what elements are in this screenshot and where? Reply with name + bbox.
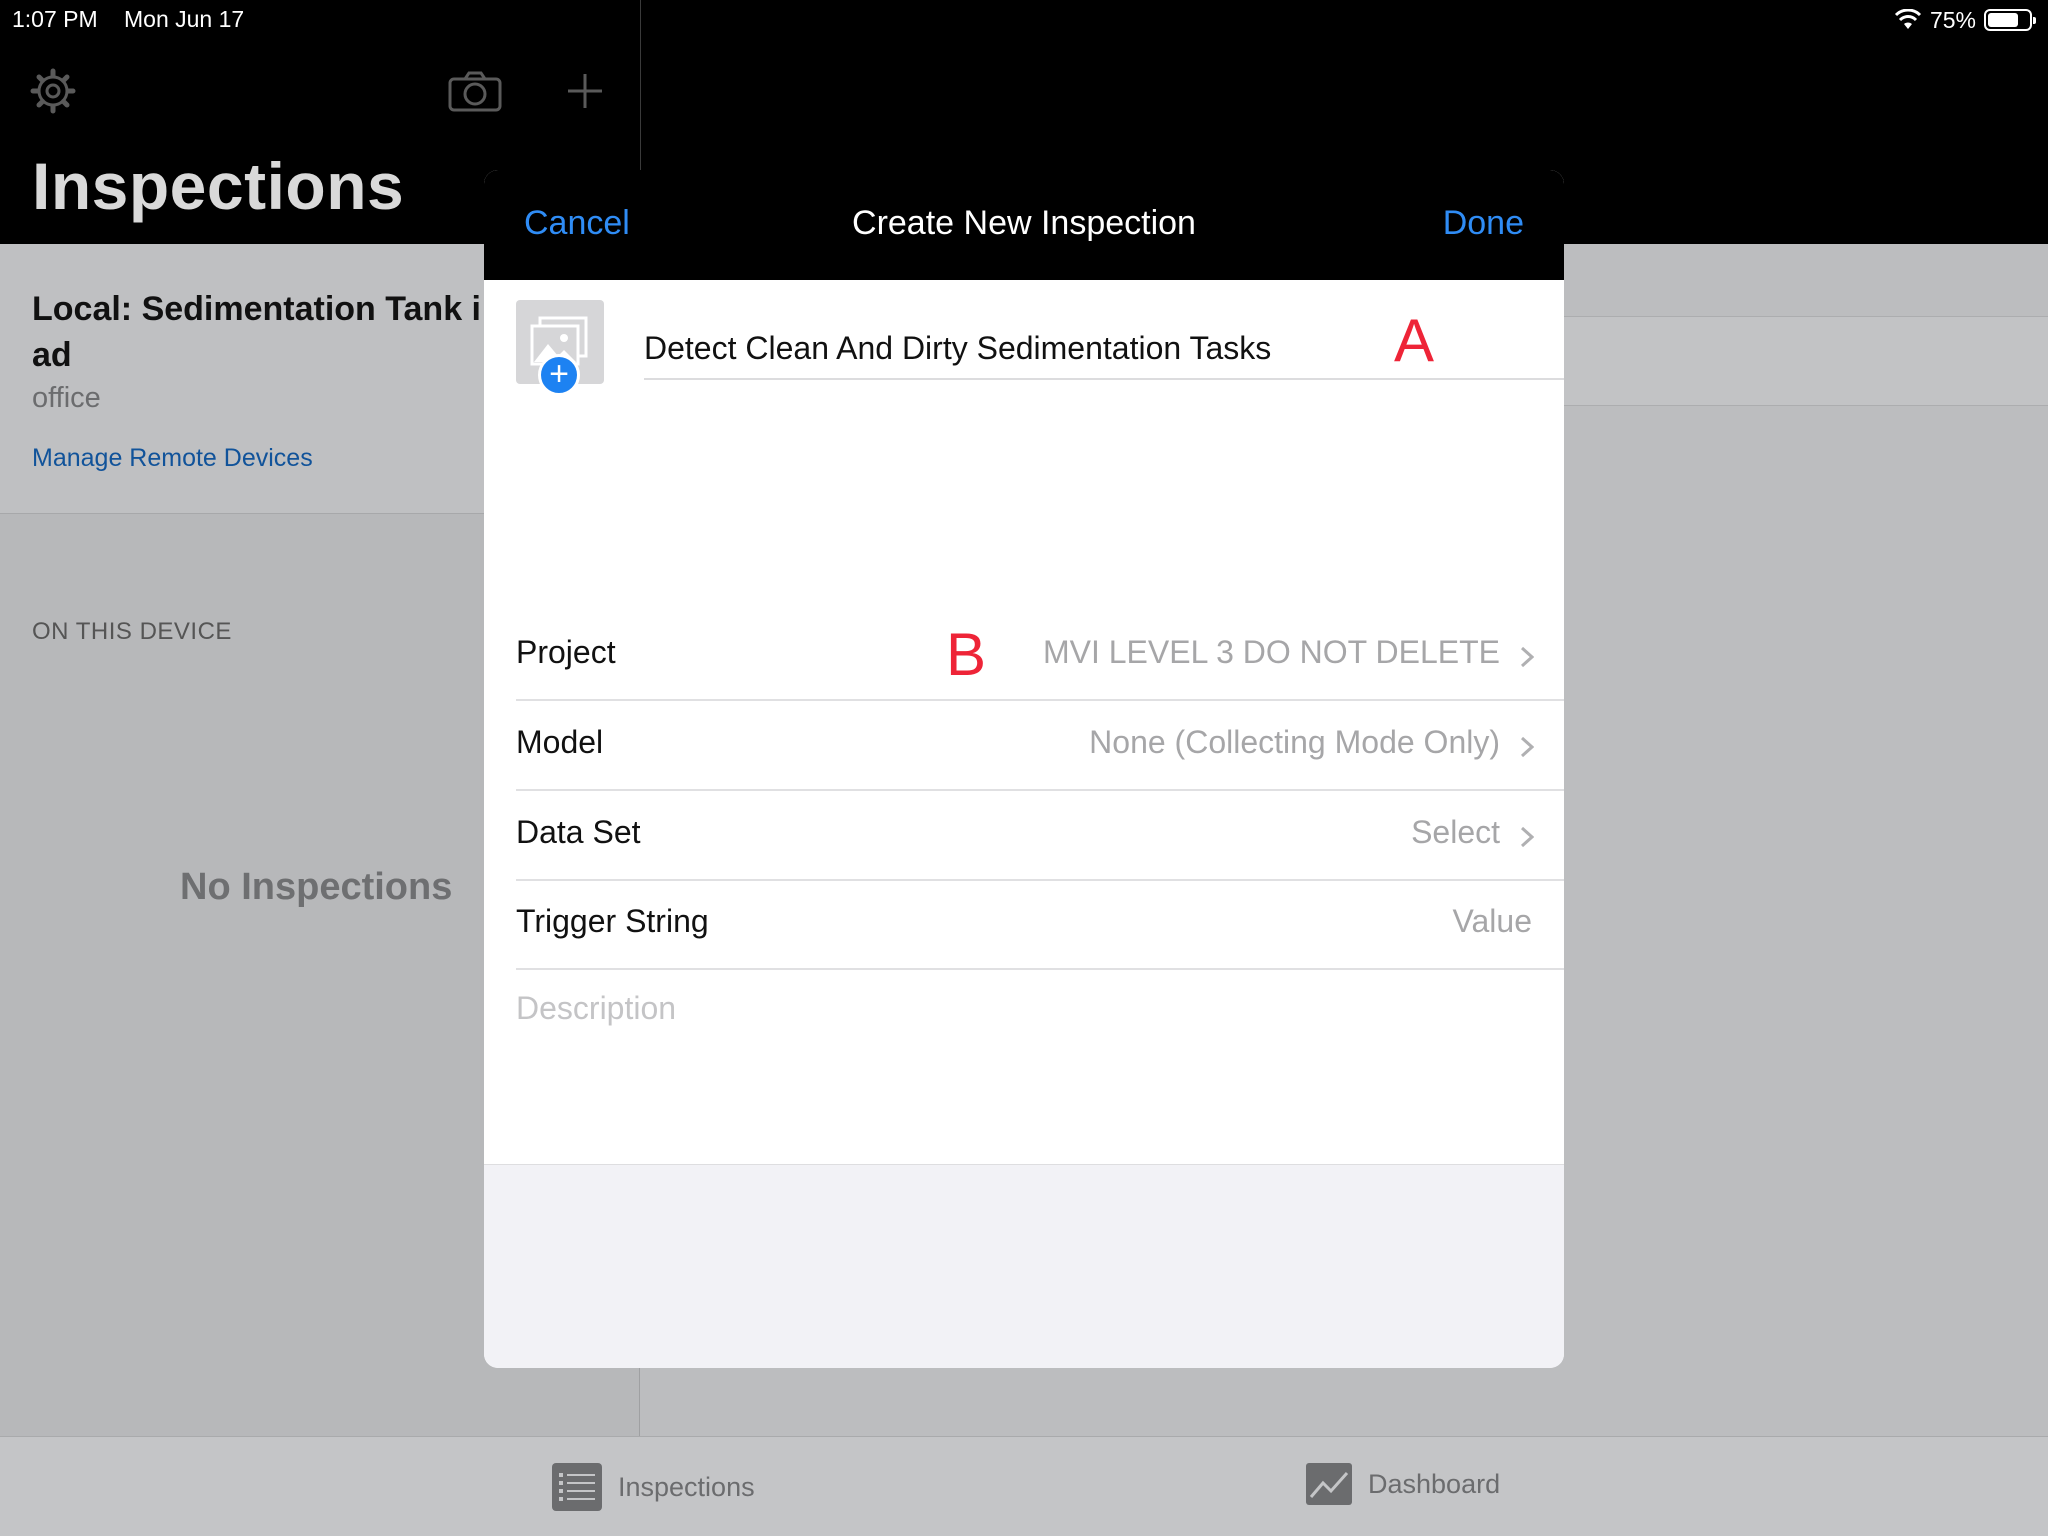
status-date: Mon Jun 17 xyxy=(124,6,245,32)
create-inspection-modal: Cancel Create New Inspection Done + A Pr… xyxy=(484,170,1564,1368)
row-label: Model xyxy=(516,724,604,760)
tab-inspections[interactable]: Inspections xyxy=(552,1463,755,1511)
list-icon xyxy=(552,1463,602,1511)
tab-dashboard[interactable]: Dashboard xyxy=(1306,1463,1500,1505)
tab-bar: Inspections Dashboard xyxy=(0,1436,2048,1536)
row-value: MVI LEVEL 3 DO NOT DELETE xyxy=(1042,634,1500,670)
row-project[interactable]: Project MVI LEVEL 3 DO NOT DELETE xyxy=(516,612,1564,701)
row-value: None (Collecting Mode Only) xyxy=(1089,724,1500,760)
row-label: Trigger String xyxy=(516,903,709,939)
device-name: Local: Sedimentation Tank i ad xyxy=(32,290,481,374)
battery-level xyxy=(1988,13,2018,27)
plus-icon[interactable] xyxy=(562,68,608,114)
empty-state-label: No Inspections xyxy=(180,866,453,908)
row-value: Select xyxy=(1411,814,1500,850)
battery-icon xyxy=(1984,9,2036,31)
device-subtitle: office xyxy=(32,382,101,414)
status-time: 1:07 PM xyxy=(12,6,98,32)
row-data-set[interactable]: Data Set Select xyxy=(516,792,1564,881)
row-model[interactable]: Model None (Collecting Mode Only) xyxy=(516,702,1564,791)
row-trigger-string[interactable]: Trigger String Value xyxy=(516,881,1564,970)
status-indicators: 75% xyxy=(1894,5,2036,35)
chevron-right-icon xyxy=(1520,646,1534,668)
battery-percent: 75% xyxy=(1929,6,1976,33)
tab-label: Inspections xyxy=(618,1471,755,1502)
page-title: Inspections xyxy=(32,149,405,223)
annotation-marker-a: A xyxy=(1394,307,1435,374)
chevron-right-icon xyxy=(1520,826,1534,848)
split-divider xyxy=(640,0,641,170)
gear-icon[interactable] xyxy=(30,68,76,114)
section-header: ON THIS DEVICE xyxy=(32,618,232,645)
tab-label: Dashboard xyxy=(1368,1468,1501,1499)
trigger-string-input[interactable]: Value xyxy=(1453,903,1532,940)
chevron-right-icon xyxy=(1520,736,1534,758)
manage-remote-devices-link[interactable]: Manage Remote Devices xyxy=(32,444,313,473)
row-label: Data Set xyxy=(516,814,641,850)
row-label: Project xyxy=(516,634,616,670)
modal-footer xyxy=(484,1164,1564,1368)
camera-icon[interactable] xyxy=(448,70,502,112)
modal-title: Create New Inspection xyxy=(852,204,1196,242)
done-button[interactable]: Done xyxy=(1443,204,1524,243)
wifi-icon xyxy=(1894,9,1922,29)
add-image-icon[interactable]: + xyxy=(538,354,580,396)
chart-icon xyxy=(1306,1463,1352,1505)
modal-header: Cancel Create New Inspection Done xyxy=(484,170,1564,280)
annotation-marker-b: B xyxy=(946,621,987,688)
